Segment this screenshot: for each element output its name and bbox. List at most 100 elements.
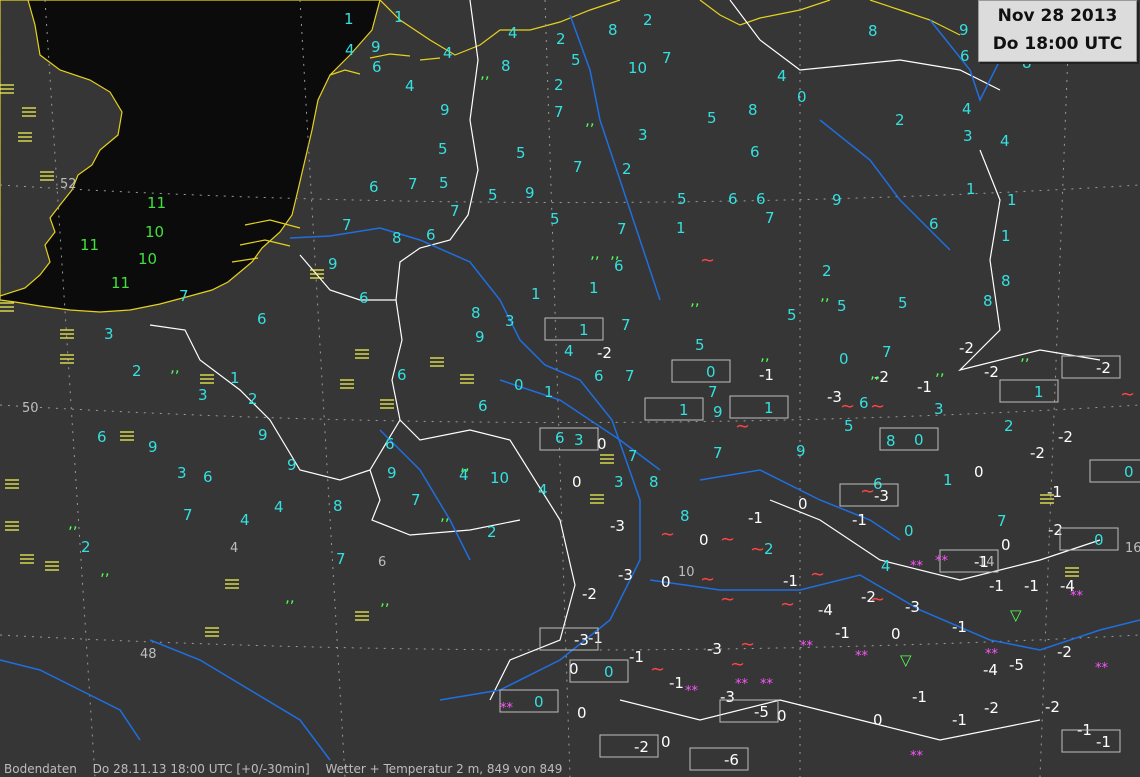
station-temperature: -2 xyxy=(1048,521,1063,539)
station-temperature: 6 xyxy=(756,190,766,208)
boxed-temperature: -2 xyxy=(634,738,649,756)
station-temperature: 2 xyxy=(556,30,566,48)
station-temperature: 3 xyxy=(104,325,114,343)
station-temperature: 8 xyxy=(886,432,896,450)
station-temperature: 0 xyxy=(514,376,524,394)
station-temperature: 2 xyxy=(822,262,832,280)
station-temperature: 7 xyxy=(450,202,460,220)
boxed-temperature: 1 xyxy=(579,321,589,339)
boxed-temperature: -3 xyxy=(574,631,589,649)
drizzle-icon: ‚‚ xyxy=(1020,346,1030,364)
station-temperature: 9 xyxy=(475,328,485,346)
station-temperature: 1 xyxy=(676,219,686,237)
drizzle-icon: ‚‚ xyxy=(380,591,390,609)
station-temperature: -2 xyxy=(1058,428,1073,446)
station-temperature: 4 xyxy=(443,44,453,62)
station-temperature: 6 xyxy=(555,429,565,447)
station-temperature: 4 xyxy=(777,67,787,85)
valid-time-box: Nov 28 2013 Do 18:00 UTC xyxy=(978,0,1137,62)
station-temperature: -1 xyxy=(989,577,1004,595)
snow-icon: ** xyxy=(935,554,949,569)
station-temperature: 9 xyxy=(328,255,338,273)
boxed-temperature: 0 xyxy=(1124,463,1134,481)
drizzle-icon: ‚‚ xyxy=(100,561,110,579)
station-temperature: -2 xyxy=(959,339,974,357)
rain-icon: ∼ xyxy=(660,524,675,545)
station-temperature: -1 xyxy=(783,572,798,590)
station-temperature: -3 xyxy=(618,566,633,584)
station-temperature: 7 xyxy=(617,220,627,238)
rain-icon: ∼ xyxy=(700,250,715,271)
station-temperature: -1 xyxy=(917,378,932,396)
boxed-temperature: 1 xyxy=(1034,383,1044,401)
station-temperature: 10 xyxy=(138,250,157,268)
station-temperature: 7 xyxy=(765,209,775,227)
drizzle-icon: ‚‚ xyxy=(820,286,830,304)
station-temperature: -1 xyxy=(1047,483,1062,501)
station-temperature: 4 xyxy=(564,342,574,360)
boxed-temperature: -6 xyxy=(724,751,739,769)
station-temperature: 8 xyxy=(333,497,343,515)
boxed-temperature: -1 xyxy=(974,553,989,571)
shower-icon: ▽ xyxy=(1010,606,1022,624)
station-temperature: 5 xyxy=(488,186,498,204)
station-temperature: 7 xyxy=(342,216,352,234)
station-temperature: -1 xyxy=(835,624,850,642)
station-temperature: 4 xyxy=(345,41,355,59)
station-temperature: 6 xyxy=(594,367,604,385)
station-temperature: 1 xyxy=(531,285,541,303)
station-temperature: 1 xyxy=(230,369,240,387)
station-temperature: -3 xyxy=(707,640,722,658)
valid-time: Do 18:00 UTC xyxy=(992,34,1123,54)
station-temperature: 3 xyxy=(963,127,973,145)
station-temperature: 0 xyxy=(891,625,901,643)
snow-icon: ** xyxy=(685,684,699,699)
station-temperature: 7 xyxy=(411,491,421,509)
station-temperature: 0 xyxy=(873,711,883,729)
station-temperature: 6 xyxy=(426,226,436,244)
boxed-temperature: 3 xyxy=(574,431,584,449)
station-temperature: 6 xyxy=(203,468,213,486)
station-temperature: 5 xyxy=(550,210,560,228)
rain-icon: ∼ xyxy=(720,529,735,550)
station-temperature: 0 xyxy=(798,495,808,513)
station-temperature: 8 xyxy=(1001,272,1011,290)
station-temperature: 2 xyxy=(487,523,497,541)
station-temperature: 5 xyxy=(439,174,449,192)
station-temperature: 2 xyxy=(764,540,774,558)
boxed-temperature: -3 xyxy=(874,487,889,505)
station-temperature: -2 xyxy=(1030,444,1045,462)
rain-icon: ∼ xyxy=(780,594,795,615)
station-temperature: 9 xyxy=(832,191,842,209)
station-temperature: 11 xyxy=(147,194,166,212)
station-temperature: 6 xyxy=(960,47,970,65)
station-temperature: 9 xyxy=(148,438,158,456)
station-temperature: 0 xyxy=(661,573,671,591)
snow-icon: ** xyxy=(985,647,999,662)
station-temperature: -1 xyxy=(629,648,644,666)
station-temperature: 7 xyxy=(708,383,718,401)
station-temperature: -5 xyxy=(1009,656,1024,674)
boxed-temperature: 0 xyxy=(1094,531,1104,549)
station-temperature: 0 xyxy=(974,463,984,481)
station-temperature: 1 xyxy=(943,471,953,489)
station-temperature: 5 xyxy=(695,336,705,354)
station-temperature: 11 xyxy=(111,274,130,292)
snow-icon: ** xyxy=(800,639,814,654)
station-temperature: 1 xyxy=(1001,227,1011,245)
drizzle-icon: ‚‚ xyxy=(68,514,78,532)
boxed-temperature: 0 xyxy=(706,363,716,381)
station-temperature: -1 xyxy=(852,511,867,529)
station-temperature: 0 xyxy=(904,522,914,540)
station-temperature: 2 xyxy=(554,76,564,94)
rain-icon: ∼ xyxy=(720,589,735,610)
station-temperature: 5 xyxy=(898,294,908,312)
station-temperature: -1 xyxy=(759,366,774,384)
station-temperature: 8 xyxy=(680,507,690,525)
station-temperature: 7 xyxy=(408,175,418,193)
weather-station-map: 52504846101416 81099 98899996877881110109… xyxy=(0,0,1140,777)
station-temperature: 10 xyxy=(490,469,509,487)
shower-icon: ▽ xyxy=(900,651,912,669)
station-temperature: 7 xyxy=(573,158,583,176)
station-temperature: -3 xyxy=(720,688,735,706)
